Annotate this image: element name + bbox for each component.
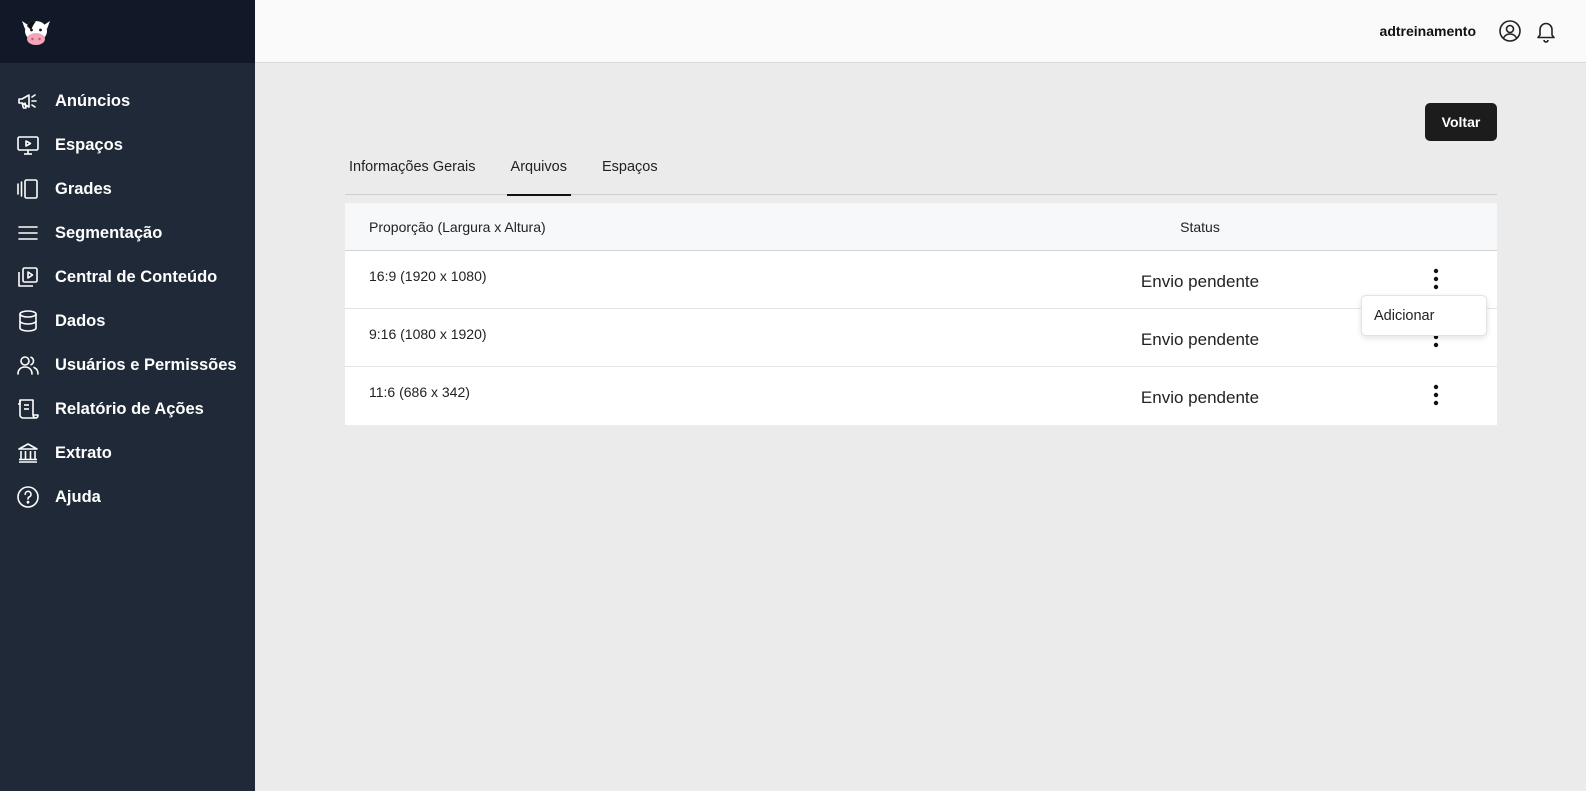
sidebar-item-label: Central de Conteúdo	[55, 267, 218, 286]
bell-icon[interactable]	[1534, 19, 1558, 43]
sidebar-item-label: Grades	[55, 179, 112, 198]
video-library-icon	[16, 265, 40, 289]
tab-espacos[interactable]: Espaços	[598, 150, 662, 195]
cow-logo-icon[interactable]	[16, 12, 56, 52]
back-button[interactable]: Voltar	[1425, 103, 1497, 141]
menu-lines-icon	[16, 221, 40, 245]
status-cell: Envio pendente	[1140, 388, 1260, 407]
status-cell: Envio pendente	[1140, 272, 1260, 291]
sidebar-nav: Anúncios Espaços Grades Segmentação Cent…	[0, 63, 255, 519]
bank-icon	[16, 441, 40, 465]
tab-bar: Informações Gerais Arquivos Espaços	[345, 150, 1497, 196]
username: adtreinamento	[1379, 23, 1476, 39]
column-header-status: Status	[1180, 218, 1220, 235]
sidebar-item-label: Anúncios	[55, 91, 131, 110]
sidebar-item-ajuda[interactable]: Ajuda	[0, 475, 255, 519]
status-cell: Envio pendente	[1140, 330, 1260, 349]
kebab-menu-icon[interactable]	[1425, 383, 1447, 407]
table-row: 11:6 (686 x 342) Envio pendente	[345, 367, 1497, 425]
row-action-menu-adicionar[interactable]: Adicionar	[1361, 295, 1487, 336]
sidebar-item-label: Espaços	[55, 135, 123, 154]
database-icon	[16, 309, 40, 333]
tab-arquivos[interactable]: Arquivos	[506, 150, 572, 196]
user-circle-icon[interactable]	[1498, 19, 1522, 43]
sidebar-item-usuarios-e-permissoes[interactable]: Usuários e Permissões	[0, 343, 255, 387]
sidebar-item-extrato[interactable]: Extrato	[0, 431, 255, 475]
sidebar-item-label: Extrato	[55, 443, 112, 462]
sidebar-item-grades[interactable]: Grades	[0, 167, 255, 211]
table-row: 16:9 (1920 x 1080) Envio pendente	[345, 251, 1497, 309]
top-bar: adtreinamento	[255, 0, 1586, 63]
monitor-play-icon	[16, 133, 40, 157]
sidebar-item-label: Relatório de Ações	[55, 399, 204, 418]
sidebar-item-label: Ajuda	[55, 487, 101, 506]
users-icon	[16, 353, 40, 377]
sidebar-item-espacos[interactable]: Espaços	[0, 123, 255, 167]
sidebar-item-dados[interactable]: Dados	[0, 299, 255, 343]
proportion-cell: 11:6 (686 x 342)	[369, 384, 470, 400]
report-icon	[16, 397, 40, 421]
sidebar-item-anuncios[interactable]: Anúncios	[0, 79, 255, 123]
proportion-cell: 9:16 (1080 x 1920)	[369, 326, 487, 342]
tab-informacoes-gerais[interactable]: Informações Gerais	[345, 150, 480, 195]
kebab-menu-icon[interactable]	[1425, 267, 1447, 291]
megaphone-icon	[16, 89, 40, 113]
row-actions	[1340, 367, 1497, 425]
table-header: Proporção (Largura x Altura) Status	[345, 203, 1497, 251]
help-circle-icon	[16, 485, 40, 509]
files-table: Proporção (Largura x Altura) Status 16:9…	[345, 203, 1497, 425]
sidebar-item-label: Dados	[55, 311, 106, 330]
carousel-icon	[16, 177, 40, 201]
sidebar: Anúncios Espaços Grades Segmentação Cent…	[0, 0, 255, 791]
sidebar-item-central-de-conteudo[interactable]: Central de Conteúdo	[0, 255, 255, 299]
sidebar-item-label: Segmentação	[55, 223, 163, 242]
proportion-cell: 16:9 (1920 x 1080)	[369, 268, 487, 284]
sidebar-item-label: Usuários e Permissões	[55, 355, 237, 374]
sidebar-item-relatorio-de-acoes[interactable]: Relatório de Ações	[0, 387, 255, 431]
sidebar-item-segmentacao[interactable]: Segmentação	[0, 211, 255, 255]
sidebar-header	[0, 0, 255, 63]
table-row: 9:16 (1080 x 1920) Envio pendente	[345, 309, 1497, 367]
column-header-proportion: Proporção (Largura x Altura)	[369, 218, 546, 235]
